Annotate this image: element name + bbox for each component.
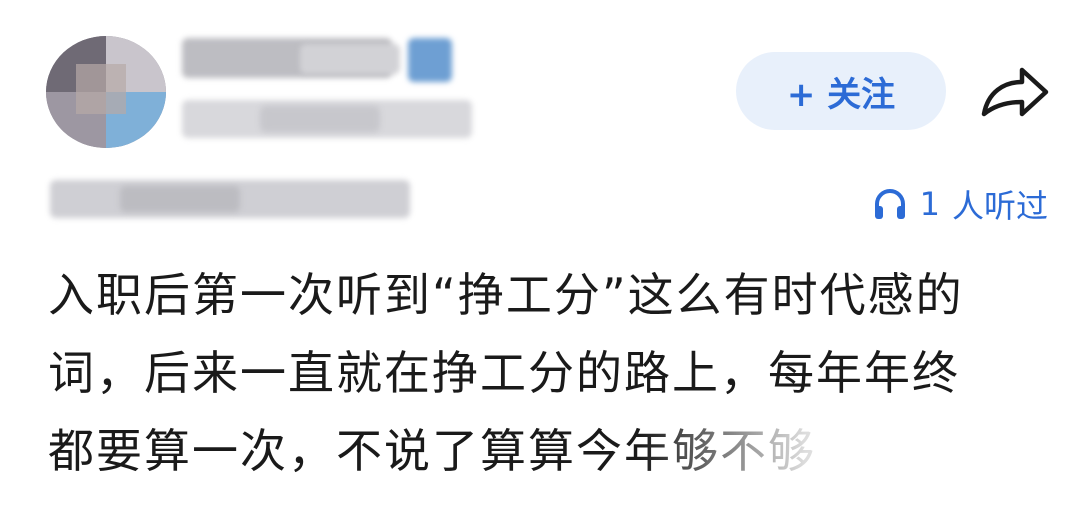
listen-count-suffix: 人听过 <box>951 187 1048 225</box>
content-line: 入职后第一次听到“挣工分”这么有时代感的 <box>48 268 964 322</box>
post-card: + 关注 1 人听过 入职后第一次听到“挣工分”这么有时代感的 词，后来一直就在… <box>0 0 1080 512</box>
headphone-icon <box>874 189 905 219</box>
post-content[interactable]: 入职后第一次听到“挣工分”这么有时代感的 词，后来一直就在挣工分的路上，每年年终… <box>48 256 1048 490</box>
username-blurred-part <box>300 44 400 74</box>
avatar[interactable] <box>46 36 166 148</box>
avatar-pixel <box>76 64 126 114</box>
listen-count-number: 1 <box>919 185 940 223</box>
user-meta-blurred-part <box>260 106 380 132</box>
content-line: 词，后来一直就在挣工分的路上，每年年终 <box>48 346 960 400</box>
content-line: 都要算一次，不说了算算今年够不够 <box>48 424 816 478</box>
listen-count: 1 人听过 <box>872 182 1048 226</box>
follow-button[interactable]: + 关注 <box>736 52 946 130</box>
vip-badge-blurred <box>408 38 452 82</box>
follow-button-label: + 关注 <box>786 74 896 115</box>
share-icon[interactable] <box>978 62 1052 122</box>
post-meta-blurred-part <box>120 186 240 212</box>
